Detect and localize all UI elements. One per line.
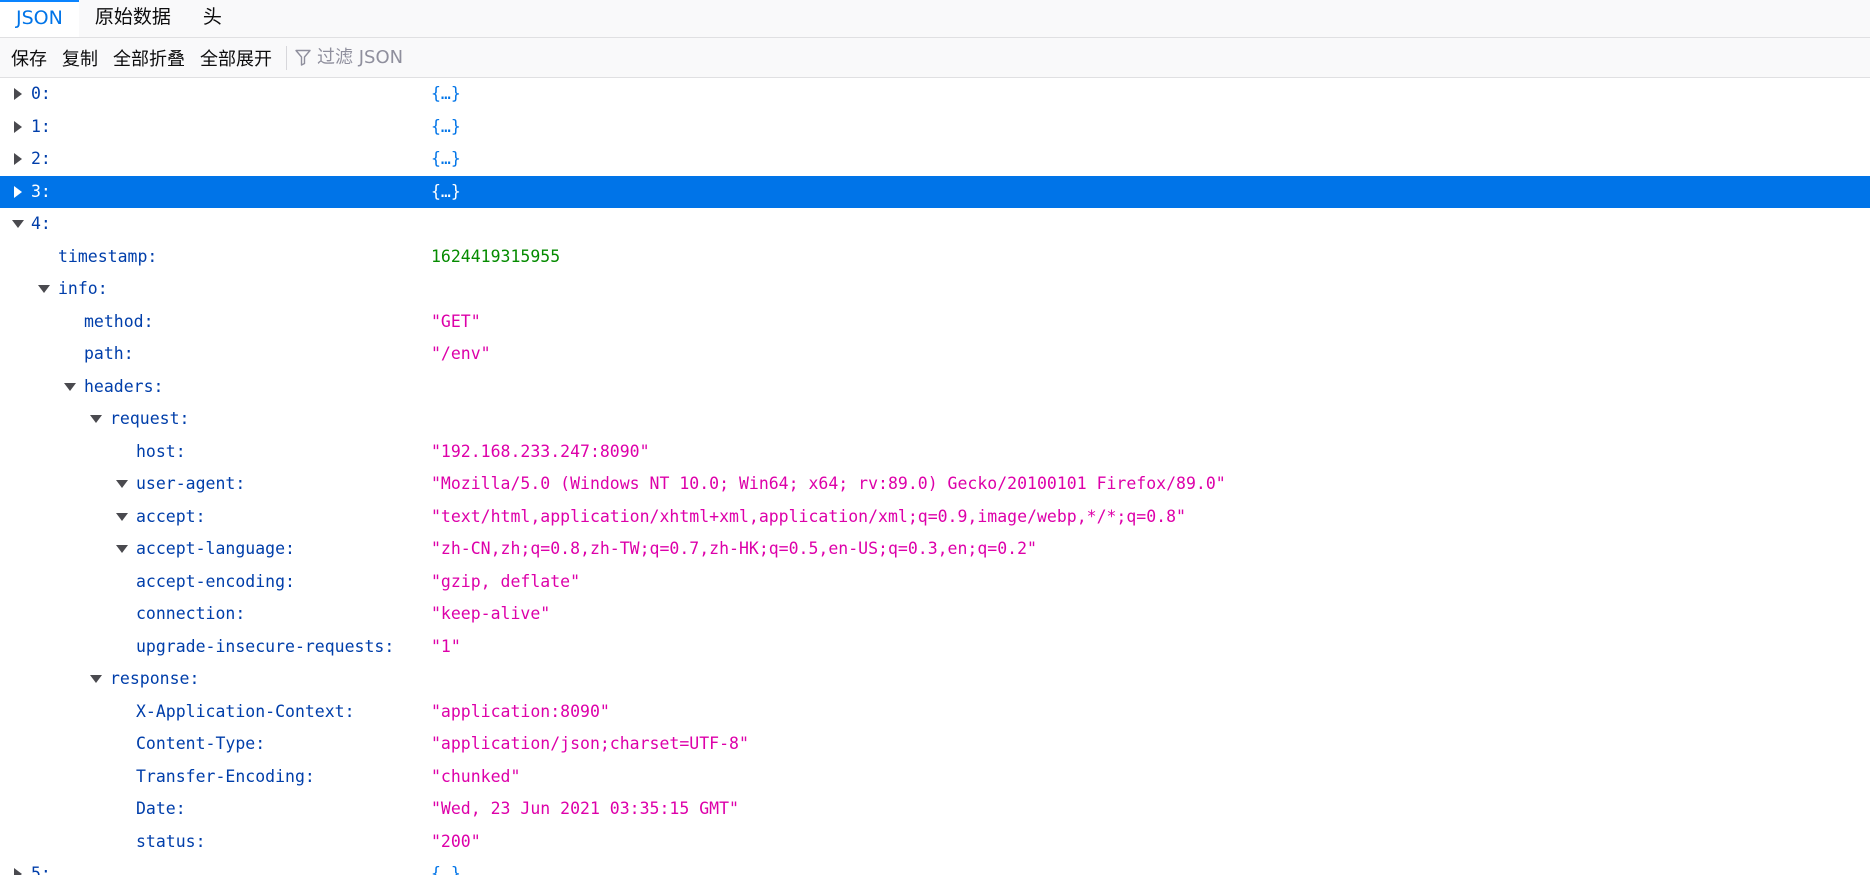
- json-value: "192.168.233.247:8090": [431, 441, 650, 461]
- json-value: "1": [431, 636, 461, 656]
- copy-button[interactable]: 复制: [57, 45, 103, 71]
- collapse-arrow-icon[interactable]: [115, 468, 129, 501]
- tab-raw-data[interactable]: 原始数据: [79, 0, 187, 37]
- json-key: 2:: [31, 149, 51, 168]
- json-key: accept-language:: [136, 539, 295, 558]
- collapse-arrow-icon[interactable]: [37, 273, 51, 306]
- collapse-arrow-icon[interactable]: [115, 501, 129, 534]
- json-value: "/env": [431, 344, 491, 363]
- expand-arrow-icon[interactable]: [11, 78, 25, 111]
- funnel-icon: [295, 49, 311, 66]
- json-value: "application/json;charset=UTF-8": [431, 734, 749, 753]
- json-key: response:: [110, 669, 200, 688]
- expand-arrow-icon[interactable]: [11, 143, 25, 176]
- json-key: X-Application-Context:: [136, 701, 355, 721]
- json-value: 1624419315955: [431, 246, 561, 266]
- collapse-all-button[interactable]: 全部折叠: [108, 45, 190, 71]
- toolbar-divider: [286, 45, 287, 70]
- json-key: request:: [110, 409, 190, 428]
- tree-row-accept-language[interactable]: accept-language: "zh-CN,zh;q=0.8,zh-TW;q…: [0, 533, 1870, 566]
- tab-headers[interactable]: 头: [187, 0, 238, 37]
- tree-row-2[interactable]: 2: {…}: [0, 143, 1870, 176]
- tree-row-3-selected[interactable]: 3: {…}: [0, 175, 1870, 209]
- tree-row-method[interactable]: method: "GET": [0, 306, 1870, 339]
- json-key: status:: [136, 831, 206, 851]
- filter-json-input[interactable]: [317, 47, 677, 68]
- tree-row-info[interactable]: info:: [0, 273, 1870, 306]
- json-key: user-agent:: [136, 474, 246, 493]
- json-value: "200": [431, 831, 481, 851]
- expand-arrow-icon[interactable]: [11, 176, 25, 209]
- json-value: "application:8090": [431, 701, 610, 721]
- json-key: timestamp:: [58, 246, 158, 266]
- json-value: "zh-CN,zh;q=0.8,zh-TW;q=0.7,zh-HK;q=0.5,…: [431, 539, 1037, 558]
- json-value: {…}: [431, 149, 461, 168]
- json-value: "keep-alive": [431, 604, 551, 623]
- expand-all-button[interactable]: 全部展开: [195, 45, 277, 71]
- json-value: {…}: [431, 181, 461, 201]
- json-key: info:: [58, 279, 108, 298]
- json-key: upgrade-insecure-requests:: [136, 636, 395, 656]
- json-key: method:: [84, 311, 154, 331]
- tree-row-accept-encoding[interactable]: accept-encoding: "gzip, deflate": [0, 566, 1870, 599]
- tree-row-date[interactable]: Date: "Wed, 23 Jun 2021 03:35:15 GMT": [0, 793, 1870, 826]
- json-key: Content-Type:: [136, 734, 266, 753]
- tree-row-headers[interactable]: headers:: [0, 371, 1870, 404]
- tree-row-5[interactable]: 5: {…}: [0, 858, 1870, 875]
- tree-row-4[interactable]: 4:: [0, 208, 1870, 241]
- json-value: "Mozilla/5.0 (Windows NT 10.0; Win64; x6…: [431, 474, 1226, 493]
- collapse-arrow-icon[interactable]: [115, 533, 129, 566]
- json-key: 3:: [31, 181, 51, 201]
- json-key: 5:: [31, 864, 51, 875]
- json-value: "text/html,application/xhtml+xml,applica…: [431, 506, 1186, 526]
- json-value: "Wed, 23 Jun 2021 03:35:15 GMT": [431, 799, 739, 818]
- json-value: {…}: [431, 84, 461, 103]
- tree-row-status[interactable]: status: "200": [0, 826, 1870, 859]
- tree-row-user-agent[interactable]: user-agent: "Mozilla/5.0 (Windows NT 10.…: [0, 468, 1870, 501]
- json-key: 1:: [31, 116, 51, 136]
- json-value: "chunked": [431, 766, 521, 786]
- tree-row-content-type[interactable]: Content-Type: "application/json;charset=…: [0, 728, 1870, 761]
- tab-json[interactable]: JSON: [0, 0, 79, 37]
- json-value: {…}: [431, 864, 461, 875]
- tree-row-accept[interactable]: accept: "text/html,application/xhtml+xml…: [0, 501, 1870, 534]
- json-key: Transfer-Encoding:: [136, 766, 315, 786]
- collapse-arrow-icon[interactable]: [89, 663, 103, 696]
- json-key: host:: [136, 441, 186, 461]
- save-button[interactable]: 保存: [6, 45, 52, 71]
- json-key: connection:: [136, 604, 246, 623]
- expand-arrow-icon[interactable]: [11, 858, 25, 875]
- json-key: accept-encoding:: [136, 571, 295, 591]
- json-value: "GET": [431, 311, 481, 331]
- json-key: 4:: [31, 214, 51, 233]
- collapse-arrow-icon[interactable]: [63, 371, 77, 404]
- json-value: {…}: [431, 116, 461, 136]
- tree-row-connection[interactable]: connection: "keep-alive": [0, 598, 1870, 631]
- tree-row-upgrade-insecure-requests[interactable]: upgrade-insecure-requests: "1": [0, 631, 1870, 664]
- tree-row-1[interactable]: 1: {…}: [0, 111, 1870, 144]
- tree-row-response[interactable]: response:: [0, 663, 1870, 696]
- json-key: accept:: [136, 506, 206, 526]
- json-key: Date:: [136, 799, 186, 818]
- json-key: path:: [84, 344, 134, 363]
- tree-row-request[interactable]: request:: [0, 403, 1870, 436]
- tree-row-timestamp[interactable]: timestamp: 1624419315955: [0, 241, 1870, 274]
- json-key: 0:: [31, 84, 51, 103]
- json-key: headers:: [84, 376, 164, 396]
- json-value: "gzip, deflate": [431, 571, 581, 591]
- tree-row-path[interactable]: path: "/env": [0, 338, 1870, 371]
- tree-row-0[interactable]: 0: {…}: [0, 78, 1870, 111]
- filter-box[interactable]: [295, 43, 695, 73]
- expand-arrow-icon[interactable]: [11, 111, 25, 144]
- json-tree: 0: {…} 1: {…} 2: {…} 3: {…} 4: timestamp…: [0, 78, 1870, 875]
- collapse-arrow-icon[interactable]: [11, 208, 25, 241]
- tree-row-host[interactable]: host: "192.168.233.247:8090": [0, 436, 1870, 469]
- tree-row-transfer-encoding[interactable]: Transfer-Encoding: "chunked": [0, 761, 1870, 794]
- viewer-tab-bar: JSON 原始数据 头: [0, 0, 1870, 38]
- collapse-arrow-icon[interactable]: [89, 403, 103, 436]
- json-toolbar: 保存 复制 全部折叠 全部展开: [0, 38, 1870, 78]
- tree-row-x-application-context[interactable]: X-Application-Context: "application:8090…: [0, 696, 1870, 729]
